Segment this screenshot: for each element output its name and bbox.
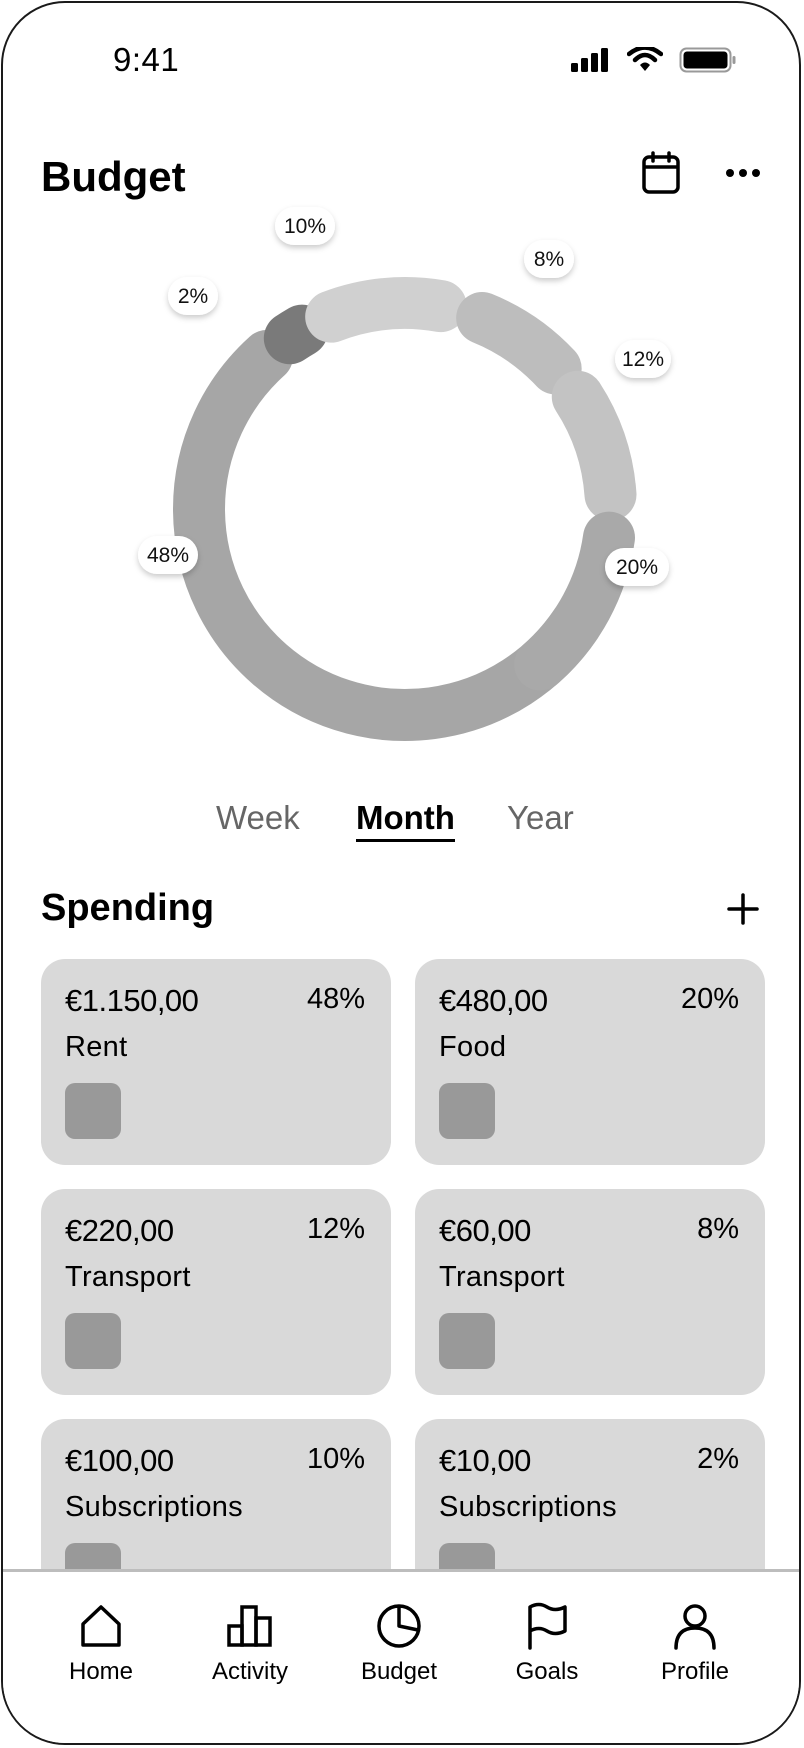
donut-segment	[263, 304, 328, 365]
card-percent: 48%	[306, 983, 365, 1015]
tab-month[interactable]: Month	[356, 799, 455, 842]
card-category: Subscriptions	[439, 1491, 617, 1523]
add-spending-button[interactable]	[721, 887, 765, 931]
budget-donut-chart: 48% 2% 10% 8% 12% 20%	[138, 207, 671, 741]
category-swatch	[439, 1083, 495, 1139]
period-tabs: Week Month Year	[3, 799, 799, 849]
donut-segment	[514, 511, 635, 691]
nav-budget[interactable]: Budget	[334, 1602, 464, 1686]
spending-card-food[interactable]: €480,00 20% Food	[415, 959, 765, 1165]
nav-label: Activity	[211, 1658, 288, 1685]
card-amount: €480,00	[439, 983, 548, 1018]
calendar-button[interactable]	[631, 143, 691, 203]
nav-activity[interactable]: Activity	[185, 1602, 315, 1686]
battery-icon	[679, 47, 736, 73]
card-amount: €10,00	[439, 1443, 531, 1478]
category-swatch	[65, 1083, 121, 1139]
tab-year[interactable]: Year	[507, 799, 574, 837]
status-icons	[571, 47, 737, 73]
category-swatch	[65, 1313, 121, 1369]
wifi-icon	[627, 47, 663, 71]
bar-chart-icon	[227, 1605, 272, 1647]
donut-segment	[456, 292, 582, 395]
spending-card-rent[interactable]: €1.150,00 48% Rent	[41, 959, 391, 1165]
card-category: Food	[439, 1031, 507, 1063]
more-options-button[interactable]	[713, 143, 773, 203]
user-icon	[674, 1604, 716, 1650]
donut-segment	[305, 277, 467, 343]
home-icon	[81, 1605, 121, 1647]
nav-profile[interactable]: Profile	[630, 1602, 760, 1686]
plus-icon	[727, 893, 759, 925]
more-horizontal-icon	[726, 169, 760, 177]
nav-goals[interactable]: Goals	[482, 1602, 612, 1686]
donut-label: 48%	[147, 544, 189, 567]
spending-card-transport[interactable]: €220,00 12% Transport	[41, 1189, 391, 1395]
card-category: Rent	[65, 1031, 128, 1063]
nav-label: Home	[68, 1658, 134, 1685]
donut-label: 20%	[616, 556, 658, 579]
spending-card-transport-2[interactable]: €60,00 8% Transport	[415, 1189, 765, 1395]
spending-title: Spending	[41, 887, 215, 929]
nav-home[interactable]: Home	[36, 1602, 166, 1686]
calendar-icon	[642, 151, 680, 194]
tab-week[interactable]: Week	[216, 799, 300, 837]
card-category: Subscriptions	[65, 1491, 243, 1523]
card-category: Transport	[439, 1261, 565, 1293]
card-percent: 2%	[697, 1443, 739, 1475]
category-swatch	[439, 1313, 495, 1369]
donut-label: 12%	[622, 348, 664, 371]
page-title: Budget	[41, 153, 186, 200]
card-amount: €220,00	[65, 1213, 174, 1248]
nav-label: Budget	[360, 1658, 438, 1685]
donut-label: 8%	[534, 248, 564, 271]
donut-label: 10%	[284, 215, 326, 238]
card-percent: 8%	[697, 1213, 739, 1245]
donut-segment	[551, 370, 637, 521]
card-percent: 10%	[306, 1443, 365, 1475]
flag-icon	[528, 1602, 567, 1650]
card-percent: 12%	[306, 1213, 365, 1245]
donut-label: 2%	[178, 285, 208, 308]
phone-frame: 9:41 Budget 48% 2% 10% 8% 12% 20% Week M…	[1, 1, 801, 1745]
card-amount: €1.150,00	[65, 983, 199, 1018]
nav-label: Goals	[515, 1658, 579, 1685]
card-amount: €60,00	[439, 1213, 531, 1248]
pie-chart-icon	[377, 1604, 421, 1648]
status-time: 9:41	[113, 41, 180, 78]
nav-label: Profile	[660, 1658, 730, 1685]
card-category: Transport	[65, 1261, 191, 1293]
card-amount: €100,00	[65, 1443, 174, 1478]
cellular-signal-icon	[571, 48, 608, 72]
card-percent: 20%	[680, 983, 739, 1015]
bottom-navigation: Home Activity Budget Goals Profile	[3, 1569, 799, 1743]
